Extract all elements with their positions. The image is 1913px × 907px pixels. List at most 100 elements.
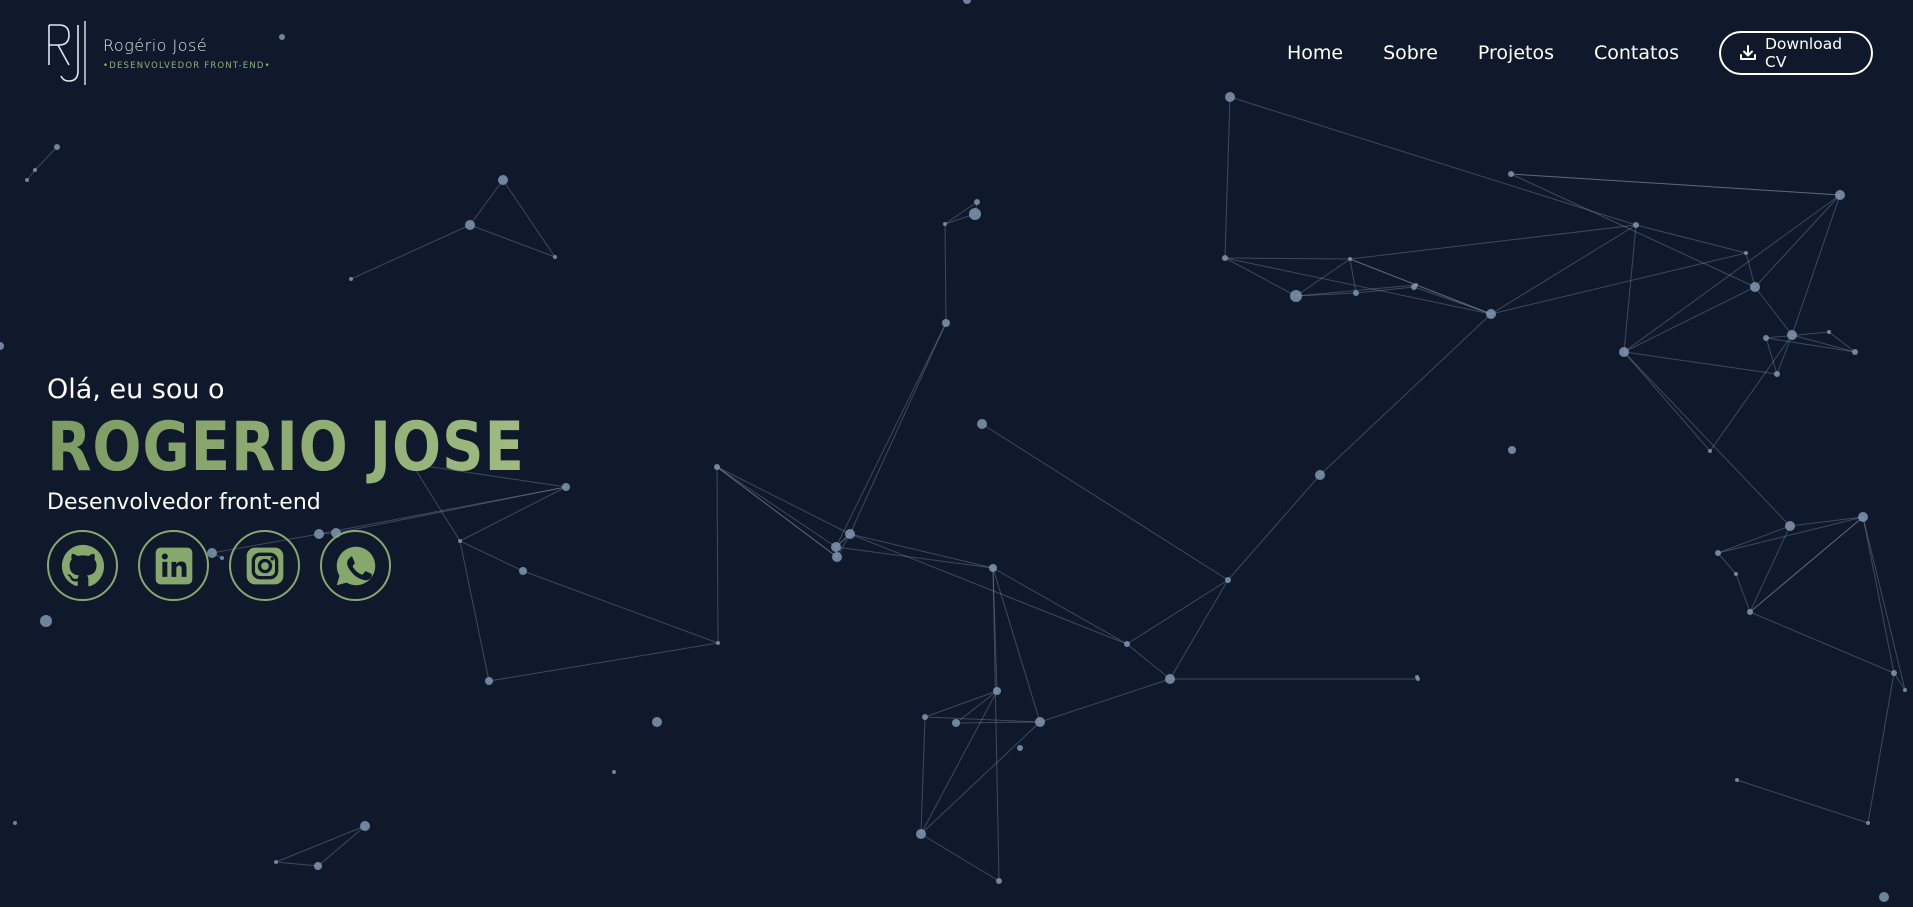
network-particle	[845, 529, 855, 539]
network-link	[469, 224, 556, 258]
network-link	[275, 861, 319, 867]
network-particle	[942, 319, 950, 327]
network-particle	[1348, 257, 1352, 261]
logo[interactable]: Rogério José •DESENVOLVEDOR FRONT-END•	[47, 20, 271, 86]
network-link	[1791, 194, 1841, 336]
network-link	[1862, 516, 1906, 691]
network-link	[1510, 173, 1756, 288]
network-link	[1736, 779, 1869, 824]
logo-name: Rogério José	[103, 35, 208, 55]
network-link	[716, 466, 838, 558]
network-particle	[952, 719, 960, 727]
network-particle	[1290, 290, 1302, 302]
network-link	[1229, 96, 1637, 226]
network-particle	[553, 255, 557, 259]
network-particle	[279, 34, 285, 40]
network-particle	[1835, 190, 1845, 200]
nav-contatos-link[interactable]: Contatos	[1594, 29, 1679, 77]
hero-role: Desenvolvedor front-end	[47, 490, 321, 515]
network-particle	[832, 552, 842, 562]
instagram-link[interactable]	[229, 530, 300, 601]
network-particle	[1165, 674, 1175, 684]
network-particle	[714, 464, 720, 470]
network-link	[1623, 351, 1778, 375]
network-particle	[1866, 821, 1870, 825]
network-particle	[1734, 572, 1738, 576]
network-particle	[916, 829, 926, 839]
network-link	[920, 833, 1000, 882]
network-link	[1749, 611, 1895, 674]
network-particle	[1353, 290, 1359, 296]
hero-section: Olá, eu sou o ROGERIO JOSE Desenvolvedor…	[47, 372, 609, 601]
network-link	[1295, 258, 1351, 297]
nav-home-link[interactable]: Home	[1287, 29, 1343, 77]
network-link	[1415, 284, 1492, 315]
network-link	[1754, 286, 1793, 336]
download-cv-button[interactable]: Download CV	[1719, 31, 1873, 75]
network-particle	[465, 220, 475, 230]
whatsapp-link[interactable]	[320, 530, 391, 601]
network-particle	[33, 168, 37, 172]
network-particle	[54, 144, 60, 150]
logo-tagline: •DESENVOLVEDOR FRONT-END•	[103, 60, 271, 71]
network-link	[920, 721, 1041, 835]
network-particle	[349, 277, 353, 281]
github-link[interactable]	[47, 530, 118, 601]
network-particle	[1035, 717, 1045, 727]
network-link	[502, 179, 556, 258]
network-link	[1224, 96, 1231, 259]
network-particle	[1903, 688, 1907, 692]
nav-sobre-link[interactable]: Sobre	[1383, 29, 1438, 77]
network-link	[1510, 173, 1841, 196]
network-link	[1623, 351, 1711, 452]
network-particle	[1879, 892, 1889, 902]
network-particle	[1747, 609, 1753, 615]
network-link	[849, 533, 1128, 645]
nav-projetos-link[interactable]: Projetos	[1478, 29, 1554, 77]
network-particle	[1735, 778, 1739, 782]
network-particle	[1750, 282, 1760, 292]
network-particle	[1222, 255, 1228, 261]
hero-name: ROGERIO JOSE	[47, 408, 525, 487]
network-link	[920, 690, 998, 835]
network-particle	[1787, 330, 1797, 340]
network-particle	[1715, 550, 1721, 556]
network-link	[1789, 516, 1864, 527]
network-particle	[989, 564, 997, 572]
network-particle	[25, 178, 29, 182]
network-link	[924, 690, 998, 718]
network-particle	[1225, 92, 1235, 102]
network-particle	[1225, 577, 1231, 583]
instagram-icon	[246, 547, 283, 584]
network-link	[1717, 552, 1737, 575]
linkedin-icon	[155, 547, 192, 584]
network-link	[1349, 258, 1357, 294]
network-link	[1862, 516, 1895, 674]
network-link	[1623, 351, 1791, 527]
network-particle	[977, 419, 987, 429]
network-particle	[612, 770, 616, 774]
network-particle	[1315, 470, 1325, 480]
github-icon	[61, 544, 104, 586]
network-link	[275, 825, 366, 863]
network-particle	[996, 878, 1002, 884]
network-particle	[1744, 251, 1748, 255]
network-particle	[943, 222, 947, 226]
whatsapp-icon	[336, 546, 375, 585]
linkedin-link[interactable]	[138, 530, 209, 601]
network-link	[981, 423, 1229, 581]
network-link	[955, 721, 1041, 724]
network-particle	[1633, 222, 1639, 228]
main-navigation: Home Sobre Projetos Contatos Download CV	[1287, 29, 1873, 77]
download-cv-label: Download CV	[1765, 35, 1843, 71]
network-link	[716, 466, 719, 644]
network-link	[849, 322, 947, 535]
network-particle	[831, 542, 841, 552]
network-link	[317, 825, 366, 867]
download-icon	[1739, 44, 1757, 62]
social-links	[47, 530, 609, 601]
network-particle	[993, 687, 1001, 695]
network-particle	[652, 717, 662, 727]
network-link	[488, 642, 719, 682]
network-link	[1126, 643, 1171, 680]
